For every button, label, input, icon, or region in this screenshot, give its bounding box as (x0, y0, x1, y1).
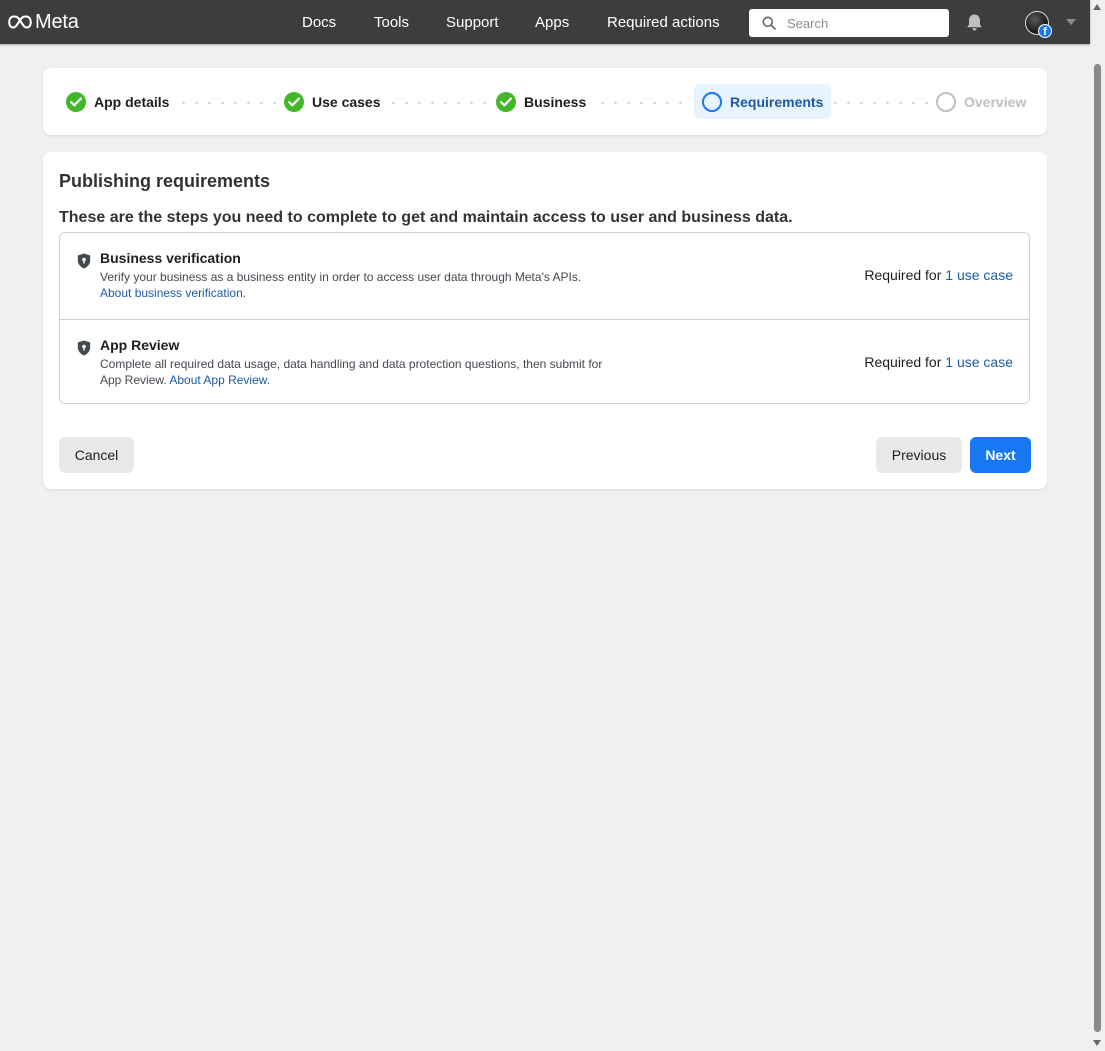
check-circle-icon (66, 91, 86, 112)
meta-infinity-icon (8, 15, 32, 29)
requirement-description: Verify your business as a business entit… (100, 269, 620, 301)
check-circle-icon (284, 91, 304, 112)
requirement-title: App Review (100, 337, 180, 353)
notifications-bell-icon[interactable] (965, 13, 984, 32)
circle-icon (702, 91, 722, 112)
search-icon (762, 16, 776, 30)
requirements-list: Business verification Verify your busine… (59, 232, 1030, 404)
scroll-down-arrow-icon[interactable] (1093, 1040, 1101, 1046)
nav-required-actions[interactable]: Required actions (607, 14, 720, 31)
step-business[interactable]: Business (496, 84, 586, 119)
nav-docs[interactable]: Docs (302, 14, 336, 31)
step-app-details[interactable]: App details (66, 84, 169, 119)
required-prefix: Required for (864, 354, 946, 370)
search-input[interactable] (787, 13, 937, 33)
list-item: Business verification Verify your busine… (60, 233, 1029, 318)
step-label: App details (94, 93, 170, 110)
circle-icon (936, 91, 956, 112)
top-navigation-bar: Meta Docs Tools Support Apps Required ac… (0, 0, 1090, 44)
step-label: Requirements (730, 93, 824, 110)
search-box[interactable] (749, 9, 949, 37)
use-case-link[interactable]: 1 use case (945, 267, 1013, 283)
nav-apps[interactable]: Apps (535, 14, 569, 31)
facebook-icon: f (1038, 24, 1052, 38)
shield-lock-icon (77, 340, 91, 356)
scroll-up-arrow-icon[interactable] (1093, 4, 1101, 10)
step-overview[interactable]: Overview (936, 84, 1026, 119)
meta-logo[interactable]: Meta (8, 11, 79, 33)
scrollbar-thumb[interactable] (1094, 64, 1101, 1032)
nav-tools[interactable]: Tools (374, 14, 409, 31)
shield-lock-icon (77, 253, 91, 269)
required-prefix: Required for (864, 267, 946, 283)
publishing-requirements-card: Publishing requirements These are the st… (43, 152, 1047, 489)
requirement-title: Business verification (100, 250, 241, 266)
page-title: Publishing requirements (59, 171, 271, 191)
cancel-button[interactable]: Cancel (59, 437, 134, 473)
next-button[interactable]: Next (970, 437, 1031, 473)
previous-button[interactable]: Previous (876, 437, 962, 473)
required-for-text: Required for 1 use case (864, 267, 1013, 283)
nav-support[interactable]: Support (446, 14, 499, 31)
brand-name: Meta (35, 10, 79, 33)
use-case-link[interactable]: 1 use case (945, 354, 1013, 370)
page-subtitle: These are the steps you need to complete… (59, 209, 793, 226)
about-business-verification-link[interactable]: About business verification. (100, 286, 246, 300)
step-label: Use cases (312, 93, 381, 110)
step-label: Overview (964, 93, 1027, 110)
step-connector (387, 101, 492, 105)
step-requirements[interactable]: Requirements (694, 84, 832, 119)
requirement-description: Complete all required data usage, data h… (100, 356, 620, 388)
about-app-review-link[interactable]: About App Review. (169, 373, 270, 387)
list-item: App Review Complete all required data us… (60, 319, 1029, 405)
step-connector (177, 101, 282, 105)
step-use-cases[interactable]: Use cases (284, 84, 381, 119)
step-connector (596, 101, 691, 105)
progress-stepper: App details Use cases Business Requireme… (43, 68, 1047, 135)
step-connector (829, 101, 934, 105)
user-avatar[interactable]: f (1025, 11, 1052, 38)
description-text: Verify your business as a business entit… (100, 270, 582, 284)
step-label: Business (524, 93, 587, 110)
check-circle-icon (496, 91, 516, 112)
vertical-scrollbar[interactable] (1090, 0, 1105, 1051)
required-for-text: Required for 1 use case (864, 354, 1013, 370)
chevron-down-icon[interactable] (1066, 19, 1076, 25)
